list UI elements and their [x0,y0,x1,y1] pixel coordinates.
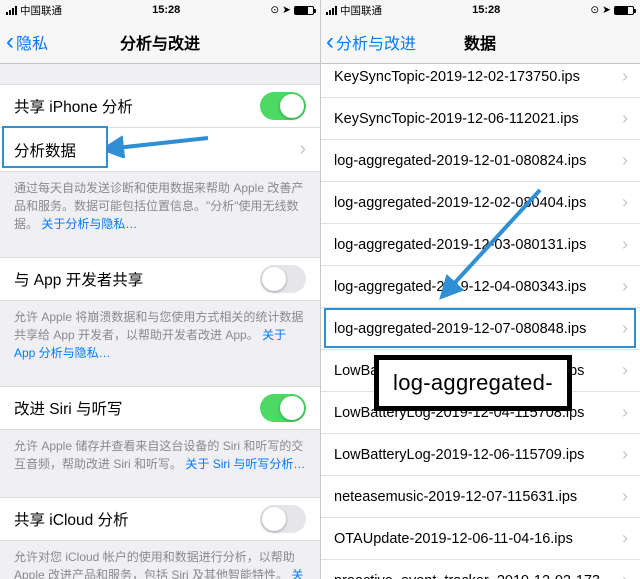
cell-label: 改进 Siri 与听写 [14,397,260,419]
chevron-right-icon: › [622,276,628,297]
carrier-label: 中国联通 [340,3,382,18]
share-iphone-switch[interactable] [260,92,306,120]
file-name: log-aggregated-2019-12-02-080404.ips [334,195,616,211]
chevron-right-icon: › [622,192,628,213]
cell-label: 共享 iPhone 分析 [14,95,260,117]
share-dev-switch[interactable] [260,265,306,293]
chevron-right-icon: › [622,318,628,339]
alarm-icon: ⊙ [270,4,279,16]
file-row[interactable]: LowBatteryLog-2019-12-04-115708.ips › [320,392,640,434]
nav-bar: ‹ 隐私 分析与改进 [0,20,320,64]
chevron-right-icon: › [622,528,628,549]
siri-switch[interactable] [260,394,306,422]
left-phone: 中国联通 15:28 ⊙ ➤ ‹ 隐私 分析与改进 共享 iPhone 分析 分… [0,0,320,579]
right-phone: 中国联通 15:28 ⊙ ➤ ‹ 分析与改进 数据 KeySyncTopic-2… [320,0,640,579]
cell-label: 与 App 开发者共享 [14,268,260,290]
signal-icon [326,6,337,15]
alarm-icon: ⊙ [590,4,599,16]
footer-text: 允许 Apple 将崩溃数据和与您使用方式相关的统计数据共享给 App 开发者，… [0,301,320,362]
status-bar: 中国联通 15:28 ⊙ ➤ [0,0,320,20]
chevron-right-icon: › [622,444,628,465]
battery-icon [294,6,314,15]
file-row[interactable]: log-aggregated-2019-12-02-080404.ips › [320,182,640,224]
cell-label: 共享 iCloud 分析 [14,508,260,530]
file-row[interactable]: KeySyncTopic-2019-12-02-173750.ips › [320,56,640,98]
share-with-developers-cell[interactable]: 与 App 开发者共享 [0,257,320,301]
status-time: 15:28 [152,4,180,16]
footer-text: 允许对您 iCloud 帐户的使用和数据进行分析，以帮助 Apple 改进产品和… [0,541,320,579]
file-name: log-aggregated-2019-12-01-080824.ips [334,153,616,169]
file-name: proactive_event_tracker_2019-12-02-17376… [334,573,616,579]
file-name: KeySyncTopic-2019-12-06-112021.ips [334,111,616,127]
chevron-left-icon: ‹ [6,30,14,54]
footer-text: 允许 Apple 储存并查看来自这台设备的 Siri 和听写的交互音频，帮助改进… [0,430,320,473]
cell-label: 分析数据 [14,139,293,161]
improve-siri-cell[interactable]: 改进 Siri 与听写 [0,386,320,430]
chevron-right-icon: › [622,234,628,255]
chevron-right-icon: › [622,108,628,129]
back-label: 隐私 [16,30,48,54]
chevron-left-icon: ‹ [326,30,334,54]
battery-icon [614,6,634,15]
file-row[interactable]: log-aggregated-2019-12-01-080824.ips › [320,140,640,182]
file-row[interactable]: log-aggregated-2019-12-07-080848.ips › [320,308,640,350]
file-row[interactable]: neteasemusic-2019-12-07-115631.ips › [320,476,640,518]
footer-text: 通过每天自动发送诊断和使用数据来帮助 Apple 改善产品和服务。数据可能包括位… [0,172,320,233]
location-icon: ➤ [602,4,611,16]
file-name: LowBatteryLog-2019-12-04-115708.ips [334,405,616,421]
chevron-right-icon: › [622,486,628,507]
share-icloud-analytics-cell[interactable]: 共享 iCloud 分析 [0,497,320,541]
icloud-switch[interactable] [260,505,306,533]
about-siri-analytics-link[interactable]: 关于 Siri 与听写分析… [185,457,305,471]
file-row[interactable]: LowBatteryLog-2019-12-06-115709.ips › [320,434,640,476]
chevron-right-icon: › [622,402,628,423]
share-iphone-analytics-cell[interactable]: 共享 iPhone 分析 [0,84,320,128]
file-name: KeySyncTopic-2019-12-02-173750.ips [334,69,616,85]
back-button[interactable]: ‹ 隐私 [0,30,48,54]
file-row[interactable]: LowBatteryLog-2019-12-02-115706.ips › [320,350,640,392]
file-row[interactable]: OTAUpdate-2019-12-06-11-04-16.ips › [320,518,640,560]
location-icon: ➤ [282,4,291,16]
file-row[interactable]: log-aggregated-2019-12-04-080343.ips › [320,266,640,308]
chevron-right-icon: › [622,570,628,579]
chevron-right-icon: › [622,360,628,381]
file-list: KeySyncTopic-2019-12-02-173750.ips›KeySy… [320,56,640,579]
chevron-right-icon: › [299,138,306,161]
back-button[interactable]: ‹ 分析与改进 [320,30,416,54]
file-row[interactable]: proactive_event_tracker_2019-12-02-17376… [320,560,640,579]
analytics-data-cell[interactable]: 分析数据 › [0,128,320,172]
status-bar: 中国联通 15:28 ⊙ ➤ [320,0,640,20]
file-row[interactable]: KeySyncTopic-2019-12-06-112021.ips › [320,98,640,140]
file-name: log-aggregated-2019-12-07-080848.ips [334,321,616,337]
chevron-right-icon: › [622,66,628,87]
file-name: log-aggregated-2019-12-03-080131.ips [334,237,616,253]
carrier-label: 中国联通 [20,3,62,18]
status-time: 15:28 [472,4,500,16]
signal-icon [6,6,17,15]
file-name: log-aggregated-2019-12-04-080343.ips [334,279,616,295]
chevron-right-icon: › [622,150,628,171]
file-name: LowBatteryLog-2019-12-02-115706.ips [334,363,616,379]
back-label: 分析与改进 [336,30,416,54]
about-analytics-link[interactable]: 关于分析与隐私… [41,217,137,231]
file-name: OTAUpdate-2019-12-06-11-04-16.ips [334,531,616,547]
file-name: neteasemusic-2019-12-07-115631.ips [334,489,616,505]
file-row[interactable]: log-aggregated-2019-12-03-080131.ips › [320,224,640,266]
file-name: LowBatteryLog-2019-12-06-115709.ips [334,447,616,463]
